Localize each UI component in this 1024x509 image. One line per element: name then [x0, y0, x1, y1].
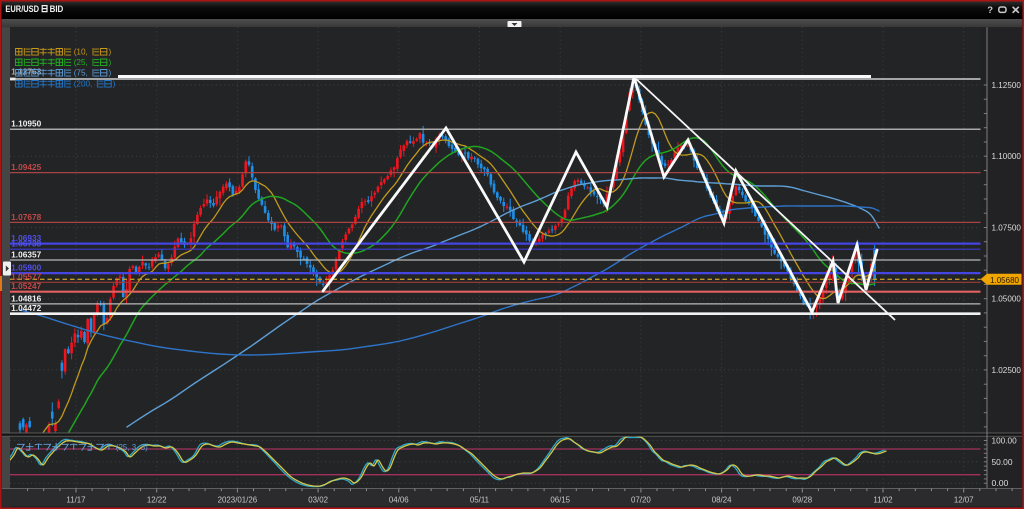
svg-text:1.10950: 1.10950 — [11, 120, 42, 129]
svg-text:1.06933: 1.06933 — [11, 234, 42, 243]
svg-text:): ) — [109, 69, 112, 78]
svg-text:06/15: 06/15 — [550, 496, 570, 505]
svg-text:09/28: 09/28 — [792, 496, 812, 505]
svg-text:07/20: 07/20 — [631, 496, 651, 505]
svg-text:1.04816: 1.04816 — [11, 294, 42, 303]
svg-text:): ) — [113, 80, 116, 89]
svg-text:100.00: 100.00 — [992, 436, 1018, 446]
svg-text:08/24: 08/24 — [712, 496, 732, 505]
svg-text:(200,: (200, — [74, 80, 93, 89]
svg-text:11/17: 11/17 — [66, 496, 85, 505]
svg-text:50.00: 50.00 — [992, 457, 1013, 467]
svg-text:12/07: 12/07 — [954, 496, 974, 505]
svg-text:0.00: 0.00 — [992, 478, 1009, 488]
svg-text:EUR/USD: EUR/USD — [5, 4, 39, 14]
svg-text:03/02: 03/02 — [308, 496, 328, 505]
svg-text:05/11: 05/11 — [470, 496, 489, 505]
svg-text:): ) — [109, 58, 112, 67]
svg-text:1.06357: 1.06357 — [11, 250, 42, 259]
svg-text:11/02: 11/02 — [873, 496, 892, 505]
svg-text:1.05247: 1.05247 — [11, 282, 42, 291]
svg-text:1.12500: 1.12500 — [992, 80, 1022, 90]
svg-text:1.05577: 1.05577 — [11, 273, 42, 282]
svg-text:1.05000: 1.05000 — [992, 294, 1022, 304]
svg-text:1.05900: 1.05900 — [11, 264, 42, 273]
svg-text:(10,: (10, — [74, 48, 88, 57]
svg-text:1.10000: 1.10000 — [992, 151, 1022, 161]
svg-text:BID: BID — [50, 4, 64, 14]
svg-text:1.09425: 1.09425 — [11, 163, 42, 172]
svg-text:(25, 3, 3): (25, 3, 3) — [116, 443, 148, 452]
svg-text:1.05680: 1.05680 — [990, 275, 1019, 285]
svg-text:04/06: 04/06 — [389, 496, 409, 505]
svg-text:(25,: (25, — [74, 58, 88, 67]
svg-text:1.02500: 1.02500 — [992, 365, 1022, 375]
svg-text:(75,: (75, — [74, 69, 88, 78]
svg-text:12/22: 12/22 — [147, 496, 167, 505]
svg-text:1.07678: 1.07678 — [11, 213, 42, 222]
svg-text:2023/01/26: 2023/01/26 — [218, 496, 258, 505]
svg-text:): ) — [109, 48, 112, 57]
svg-text:?: ? — [987, 5, 993, 16]
svg-text:1.04472: 1.04472 — [11, 304, 42, 313]
svg-text:1.07500: 1.07500 — [992, 223, 1022, 233]
